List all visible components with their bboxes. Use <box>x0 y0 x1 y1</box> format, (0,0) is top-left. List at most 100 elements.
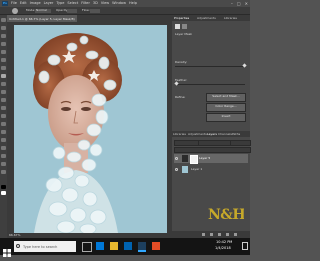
tab-channels[interactable]: Channels <box>218 132 232 136</box>
search-box[interactable]: Type here to search <box>14 241 76 252</box>
visibility-eye-icon[interactable] <box>175 168 178 171</box>
menu-bar: Ps File Edit Image Layer Type Select Filter 3D V… <box>0 0 250 7</box>
add-mask-icon[interactable] <box>218 233 221 236</box>
tab-adjustments-2[interactable]: Adjustments <box>188 132 207 136</box>
menu-item-view[interactable]: View <box>101 1 109 6</box>
brush-preset-icon[interactable] <box>12 8 18 14</box>
hand-tool-icon[interactable] <box>1 162 6 166</box>
invert-button[interactable]: Invert <box>206 113 246 122</box>
color-range-button[interactable]: Color Range... <box>206 103 246 112</box>
menu-item-3d[interactable]: 3D <box>93 1 98 6</box>
path-select-tool-icon[interactable] <box>1 146 6 150</box>
brush-tool-icon[interactable] <box>2 8 8 23</box>
options-bar: Mode: Normal Opacity: Flow: <box>0 7 250 23</box>
fx-icon[interactable] <box>210 233 213 236</box>
tab-adjustments[interactable]: Adjustments <box>197 16 216 20</box>
photoshop-logo: Ps <box>2 1 8 6</box>
menu-item-image[interactable]: Image <box>30 1 41 6</box>
blend-mode-select[interactable] <box>198 140 231 146</box>
layers-tab-bar: Libraries Adjustments Layers Channels Pa… <box>172 131 250 137</box>
notifications-icon[interactable] <box>242 242 248 250</box>
dodge-tool-icon[interactable] <box>1 122 6 126</box>
window-controls: – □ ✕ <box>231 1 248 6</box>
properties-tab-bar: Properties Adjustments Libraries <box>172 15 250 21</box>
menu-items: File Edit Image Layer Type Select Filter 3D View… <box>11 1 137 6</box>
eyedropper-tool-icon[interactable] <box>1 58 6 62</box>
select-and-mask-button[interactable]: Select and Mask... <box>206 93 246 102</box>
link-icon[interactable] <box>202 233 205 236</box>
marquee-tool-icon[interactable] <box>1 26 6 30</box>
foreground-color-swatch[interactable] <box>1 185 6 189</box>
tab-libraries[interactable]: Libraries <box>224 16 237 20</box>
brush-tool-icon[interactable] <box>1 74 6 78</box>
lasso-tool-icon[interactable] <box>1 34 6 38</box>
gradient-tool-icon[interactable] <box>1 106 6 110</box>
layer-row[interactable]: Layer 1 <box>174 165 248 174</box>
vector-mask-icon[interactable] <box>182 24 187 29</box>
history-brush-tool-icon[interactable] <box>1 90 6 94</box>
windows-start-icon[interactable] <box>3 242 11 257</box>
layer-row[interactable]: Layer 5 <box>174 154 248 164</box>
edge-icon[interactable] <box>96 242 104 250</box>
menu-item-select[interactable]: Select <box>67 1 78 6</box>
clone-stamp-tool-icon[interactable] <box>1 82 6 86</box>
minimize-button[interactable]: – <box>231 1 233 6</box>
portrait-artwork <box>14 25 167 233</box>
menu-item-help[interactable]: Help <box>129 1 137 6</box>
crop-tool-icon[interactable] <box>1 50 6 54</box>
layer-filter-select[interactable] <box>174 140 199 146</box>
menu-item-window[interactable]: Window <box>112 1 126 6</box>
pen-tool-icon[interactable] <box>1 130 6 134</box>
quick-select-tool-icon[interactable] <box>1 42 6 46</box>
blur-tool-icon[interactable] <box>1 114 6 118</box>
flow-field[interactable] <box>90 9 100 13</box>
task-view-icon[interactable] <box>82 242 92 252</box>
tools-panel <box>0 15 7 238</box>
layer-name[interactable]: Layer 5 <box>199 157 210 160</box>
layer-thumbnail <box>182 166 188 173</box>
layer-opacity-field[interactable] <box>230 140 251 146</box>
feather-slider[interactable] <box>175 84 245 85</box>
photoshop-taskbar-icon[interactable] <box>138 242 146 252</box>
clock-time: 10:42 PM <box>216 240 233 244</box>
tab-layers[interactable]: Layers <box>207 132 217 136</box>
density-label: Density: <box>175 60 188 64</box>
lock-options[interactable] <box>174 147 251 153</box>
chrome-icon[interactable] <box>152 242 160 250</box>
menu-item-edit[interactable]: Edit <box>20 1 27 6</box>
mode-select[interactable]: Normal <box>35 9 51 13</box>
density-slider[interactable] <box>175 66 245 67</box>
menu-item-file[interactable]: File <box>11 1 17 6</box>
menu-item-filter[interactable]: Filter <box>81 1 90 6</box>
search-icon <box>16 244 20 248</box>
store-icon[interactable] <box>124 242 132 250</box>
opacity-field[interactable] <box>67 9 77 13</box>
maximize-button[interactable]: □ <box>237 1 241 6</box>
background-color-swatch[interactable] <box>1 191 6 195</box>
tab-paths[interactable]: Paths <box>232 132 240 136</box>
svg-text:N&H: N&H <box>208 207 244 223</box>
new-layer-icon[interactable] <box>226 233 229 236</box>
zoom-tool-icon[interactable] <box>1 170 6 174</box>
layer-name[interactable]: Layer 1 <box>191 168 202 171</box>
tab-libraries-2[interactable]: Libraries <box>173 132 186 136</box>
menu-item-type[interactable]: Type <box>56 1 64 6</box>
density-slider-handle[interactable] <box>242 63 247 68</box>
eraser-tool-icon[interactable] <box>1 98 6 102</box>
tab-properties[interactable]: Properties <box>174 16 189 20</box>
document-tab[interactable]: Untitled-1 @ 66.7% (Layer 5, Layer Mask/… <box>7 15 77 22</box>
move-tool-icon[interactable] <box>1 18 6 22</box>
mode-value: Normal <box>36 8 47 12</box>
menu-item-layer[interactable]: Layer <box>44 1 54 6</box>
visibility-eye-icon[interactable] <box>175 157 178 160</box>
type-tool-icon[interactable] <box>1 138 6 142</box>
file-explorer-icon[interactable] <box>110 242 118 250</box>
shape-tool-icon[interactable] <box>1 154 6 158</box>
layer-mask-thumbnail[interactable] <box>190 155 198 164</box>
trash-icon[interactable] <box>234 233 237 236</box>
canvas[interactable] <box>14 25 167 233</box>
mask-icon <box>175 24 180 29</box>
document-tab-title: Untitled-1 @ 66.7% (Layer 5, Layer Mask/… <box>9 17 75 21</box>
close-button[interactable]: ✕ <box>245 1 248 6</box>
healing-tool-icon[interactable] <box>1 66 6 70</box>
